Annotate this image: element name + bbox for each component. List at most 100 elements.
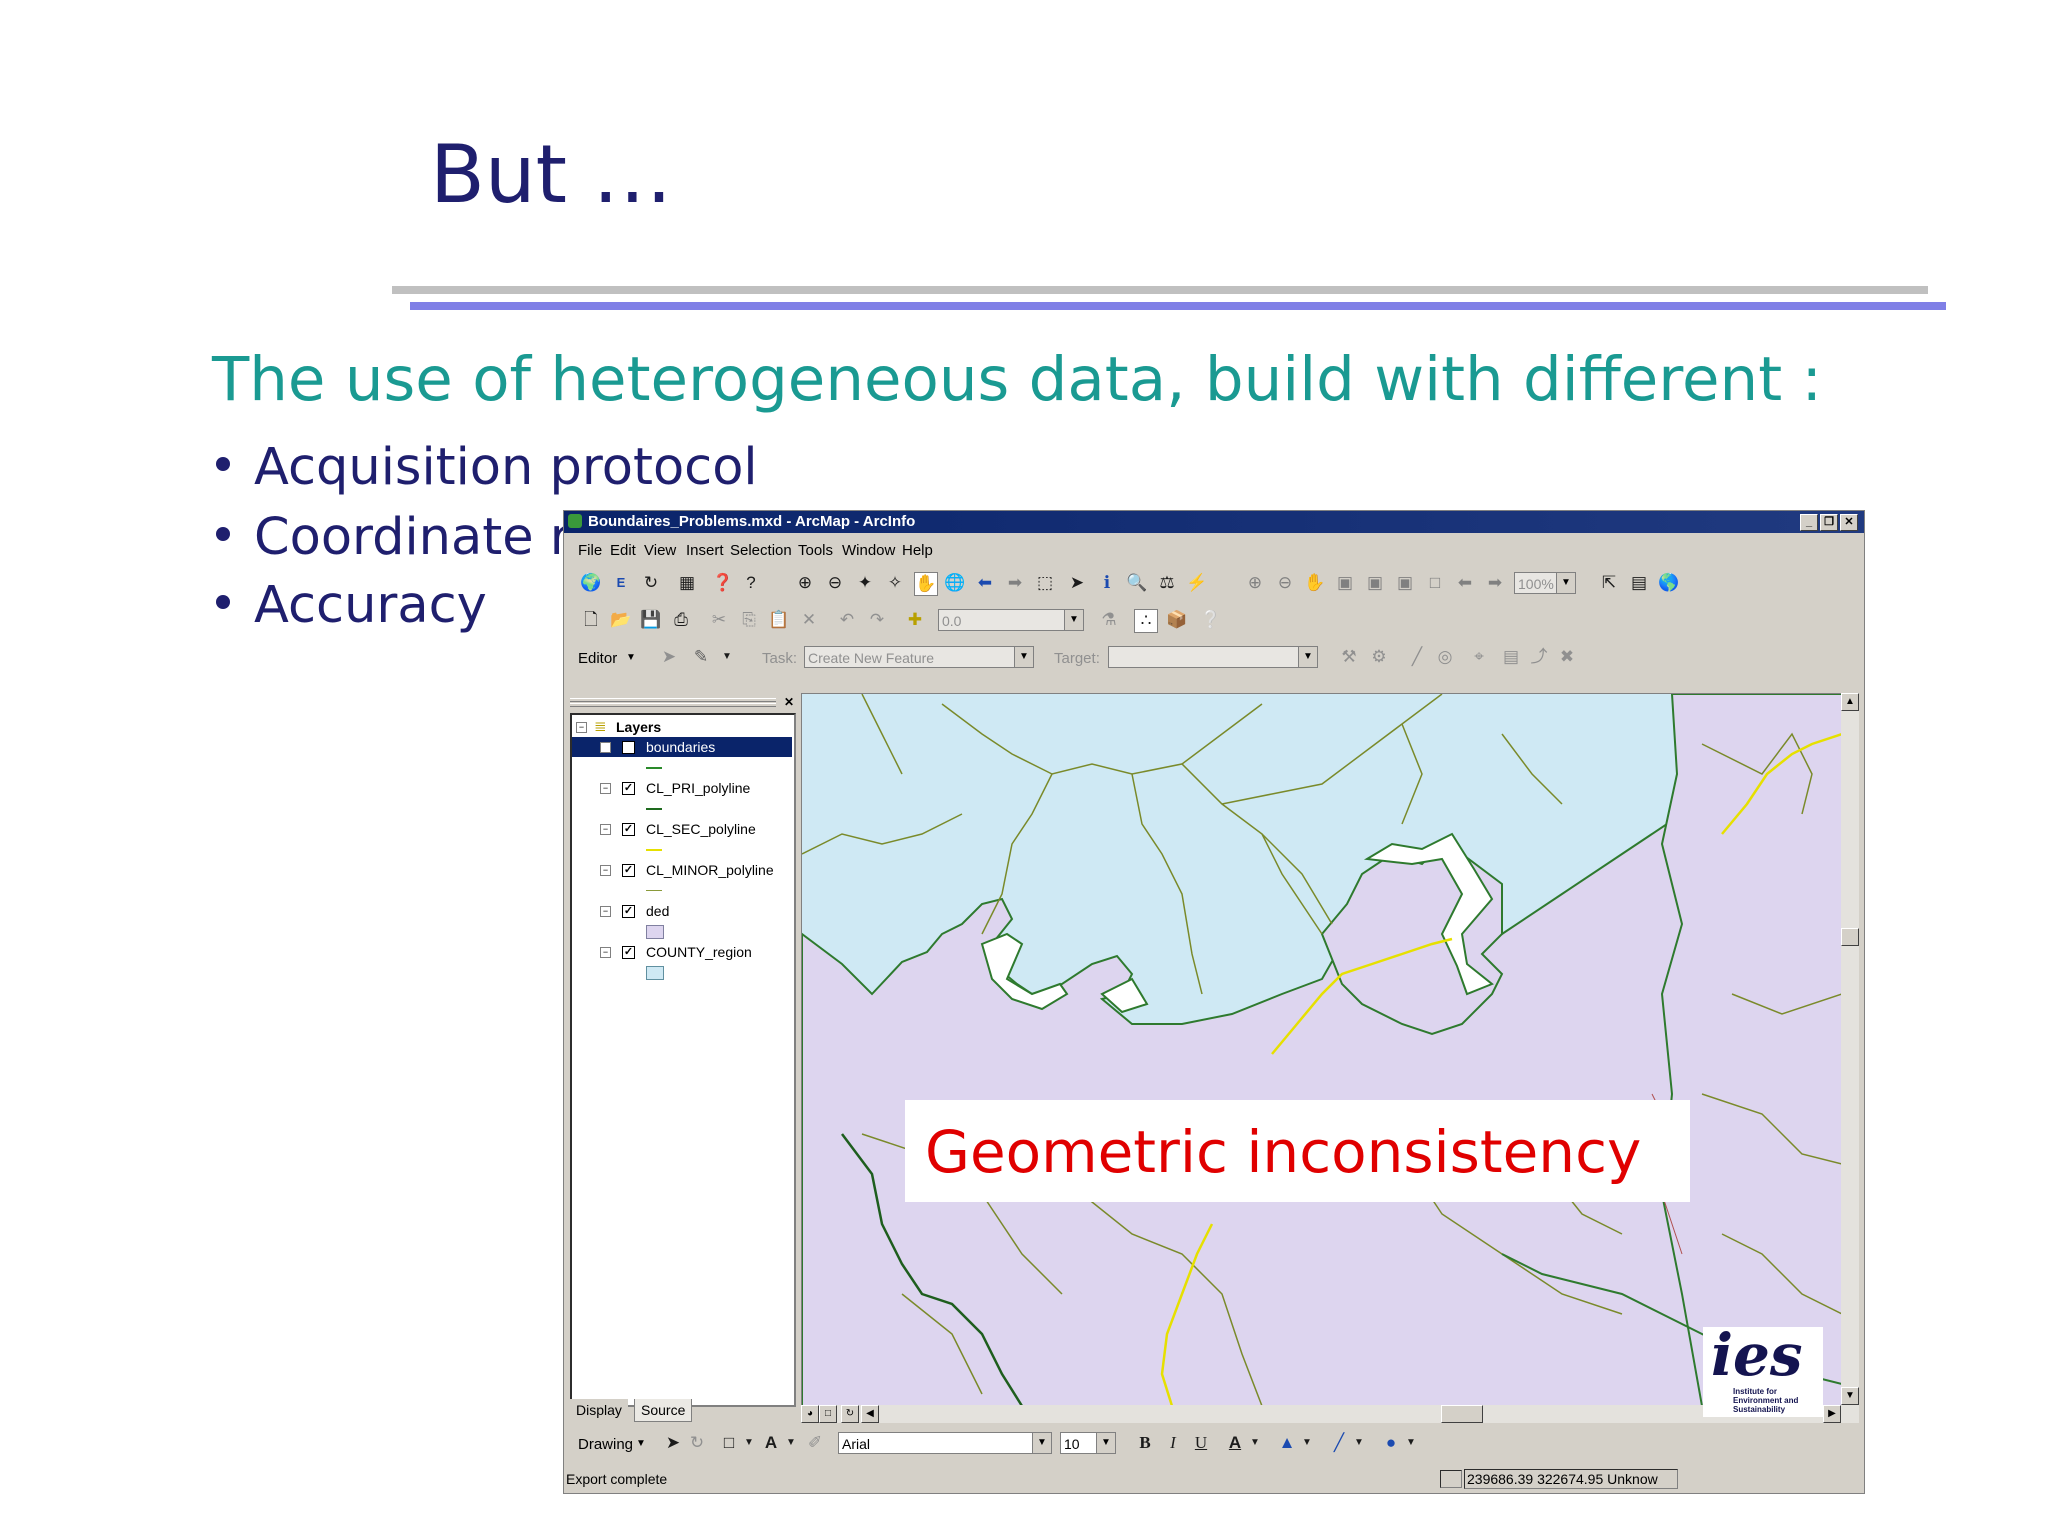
rotate-icon[interactable]: ↻: [686, 1432, 708, 1454]
editor-menu-chevron-down-icon[interactable]: ▼: [626, 652, 636, 663]
layer-visibility-checkbox[interactable]: ✓: [622, 823, 635, 836]
scroll-thumb[interactable]: [1841, 928, 1859, 946]
help-page-icon[interactable]: ❓: [712, 572, 734, 594]
scroll-thumb[interactable]: [1441, 1405, 1483, 1423]
line-tool-icon[interactable]: ╱: [1406, 646, 1428, 668]
layer-visibility-checkbox[interactable]: ✓: [622, 782, 635, 795]
menu-view[interactable]: View: [644, 542, 676, 559]
scroll-up-icon[interactable]: ▲: [1841, 693, 1859, 711]
chevron-down-icon[interactable]: ▼: [1064, 610, 1083, 630]
redo-icon[interactable]: ↷: [866, 609, 888, 631]
line-color-chevron-down-icon[interactable]: ▼: [1348, 1432, 1370, 1454]
font-color-button[interactable]: A: [1224, 1432, 1246, 1454]
graph-icon[interactable]: ∴: [1134, 609, 1158, 633]
drawing-menu-chevron-down-icon[interactable]: ▼: [636, 1438, 646, 1449]
font-color-chevron-down-icon[interactable]: ▼: [1244, 1432, 1266, 1454]
refresh-view-icon[interactable]: ↻: [841, 1405, 859, 1423]
fill-color-chevron-down-icon[interactable]: ▼: [1296, 1432, 1318, 1454]
edit-map-icon[interactable]: E: [610, 572, 632, 594]
toc-layer[interactable]: − ✓ CL_MINOR_polyline: [572, 860, 792, 880]
whats-this-icon[interactable]: ❔: [1200, 609, 1222, 631]
chevron-down-icon[interactable]: ▼: [1556, 573, 1575, 593]
layer-visibility-checkbox[interactable]: ✓: [622, 741, 635, 754]
collapse-icon[interactable]: −: [600, 906, 611, 917]
scroll-left-icon[interactable]: ◀: [861, 1405, 879, 1423]
toggle-draft-icon[interactable]: ⇱: [1598, 572, 1620, 594]
layout-view-icon[interactable]: □: [819, 1405, 837, 1423]
layout-zoom-out-icon[interactable]: ⊖: [1274, 572, 1296, 594]
save-icon[interactable]: 💾: [640, 609, 662, 631]
font-size-combo[interactable]: 10 ▼: [1060, 1432, 1116, 1454]
close-button[interactable]: ✕: [1840, 514, 1858, 531]
toc-grip[interactable]: [570, 698, 776, 702]
minimize-button[interactable]: _: [1800, 514, 1818, 531]
chevron-down-icon[interactable]: ▼: [1298, 647, 1317, 667]
toc-close-icon[interactable]: ✕: [784, 695, 794, 709]
zoom-percent-combo[interactable]: 100% ▼: [1514, 572, 1576, 594]
menu-tools[interactable]: Tools: [798, 542, 833, 559]
arccatalog-icon[interactable]: 📦: [1166, 609, 1188, 631]
font-name-combo[interactable]: Arial ▼: [838, 1432, 1052, 1454]
tab-display[interactable]: Display: [570, 1399, 628, 1421]
toc-layer[interactable]: − ✓ CL_PRI_polyline: [572, 778, 792, 798]
task-combo[interactable]: Create New Feature ▼: [804, 646, 1034, 668]
page-icon[interactable]: □: [1424, 572, 1446, 594]
select-pointer-icon[interactable]: ➤: [662, 1432, 684, 1454]
collapse-icon[interactable]: −: [576, 722, 587, 733]
open-folder-icon[interactable]: 📂: [610, 609, 632, 631]
fixed-layout-zoom-icon[interactable]: ▣: [1394, 572, 1416, 594]
fill-color-icon[interactable]: ▲: [1276, 1432, 1298, 1454]
editor-menu[interactable]: Editor: [578, 650, 617, 667]
paste-icon[interactable]: 📋: [768, 609, 790, 631]
measure-icon[interactable]: ⚖: [1156, 572, 1178, 594]
add-data-icon[interactable]: ✚: [904, 609, 926, 631]
chevron-down-icon[interactable]: ▼: [1032, 1433, 1051, 1453]
layer-visibility-checkbox[interactable]: ✓: [622, 864, 635, 877]
tab-source[interactable]: Source: [634, 1399, 693, 1422]
next-extent-icon[interactable]: ➡: [1484, 572, 1506, 594]
scroll-down-icon[interactable]: ▼: [1841, 1387, 1859, 1405]
edit-tool-icon[interactable]: ➤: [658, 646, 680, 668]
toc-layer[interactable]: − ✓ boundaries: [572, 737, 792, 757]
hyperlink-icon[interactable]: ⚡: [1186, 572, 1208, 594]
marker-color-icon[interactable]: ●: [1380, 1432, 1402, 1454]
change-layout-icon[interactable]: ▤: [1628, 572, 1650, 594]
collapse-icon[interactable]: −: [600, 865, 611, 876]
drawing-menu[interactable]: Drawing: [578, 1436, 633, 1453]
toc-grip[interactable]: [570, 703, 776, 707]
zoom-100-icon[interactable]: ▣: [1364, 572, 1386, 594]
undo-icon[interactable]: ↶: [836, 609, 858, 631]
map-view[interactable]: [801, 693, 1843, 1407]
chevron-down-icon[interactable]: ▼: [1096, 1433, 1115, 1453]
callout-icon[interactable]: ✐: [804, 1432, 826, 1454]
rotate-tool-icon[interactable]: ⚙: [1368, 646, 1390, 668]
refresh-icon[interactable]: ↻: [640, 572, 662, 594]
menu-selection[interactable]: Selection: [730, 542, 792, 559]
toc-layer[interactable]: − ✓ COUNTY_region: [572, 942, 792, 962]
rectangle-icon[interactable]: □: [718, 1432, 740, 1454]
map-horizontal-scrollbar[interactable]: ◕ □ ↻ ◀ ▶: [801, 1405, 1841, 1423]
menu-help[interactable]: Help: [902, 542, 933, 559]
find-icon[interactable]: 🔍: [1126, 572, 1148, 594]
text-chevron-down-icon[interactable]: ▼: [780, 1432, 802, 1454]
line-color-icon[interactable]: ╱: [1328, 1432, 1350, 1454]
full-extent-icon[interactable]: 🌐: [944, 572, 966, 594]
restore-button[interactable]: ❐: [1820, 514, 1838, 531]
globe-icon[interactable]: 🌍: [580, 572, 602, 594]
pan-icon[interactable]: ✋: [914, 572, 938, 596]
new-text-icon[interactable]: A: [760, 1432, 782, 1454]
fixed-zoom-out-icon[interactable]: ✧: [884, 572, 906, 594]
back-arrow-icon[interactable]: ⬅: [974, 572, 996, 594]
layout-zoom-in-icon[interactable]: ⊕: [1244, 572, 1266, 594]
select-features-icon[interactable]: ⬚: [1034, 572, 1056, 594]
delete-icon[interactable]: ✕: [798, 609, 820, 631]
underline-button[interactable]: U: [1190, 1432, 1212, 1454]
rectangle-chevron-down-icon[interactable]: ▼: [738, 1432, 760, 1454]
menu-file[interactable]: File: [578, 542, 602, 559]
arctoolbox-icon[interactable]: 🌎: [1658, 572, 1680, 594]
map-canvas[interactable]: [802, 694, 1842, 1406]
collapse-icon[interactable]: −: [600, 742, 611, 753]
editor-toolbar-icon[interactable]: ⚗: [1098, 609, 1120, 631]
collapse-icon[interactable]: −: [600, 824, 611, 835]
menu-insert[interactable]: Insert: [686, 542, 724, 559]
